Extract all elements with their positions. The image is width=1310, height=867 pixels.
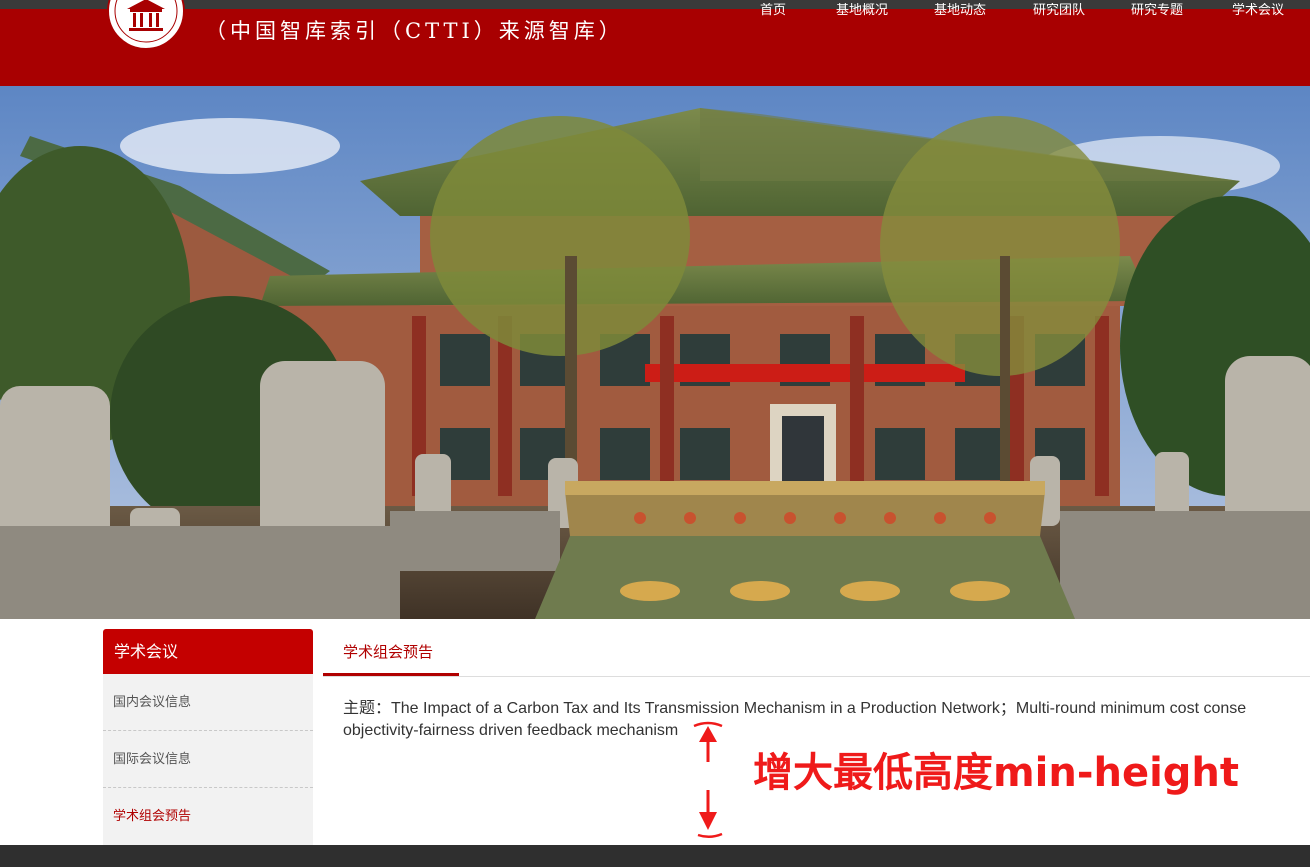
nav-overview[interactable]: 基地概况 [836, 3, 888, 17]
site-subtitle: （中国智库索引（CTTI）来源智库） [205, 19, 624, 43]
nav-topics[interactable]: 研究专题 [1131, 3, 1183, 17]
sidebar-item-domestic-conferences[interactable]: 国内会议信息 [103, 674, 313, 731]
tab-divider [323, 676, 1310, 677]
nav-conference[interactable]: 学术会议 [1232, 3, 1284, 17]
annotation-arrows [693, 721, 723, 838]
article-content: 主题：The Impact of a Carbon Tax and Its Tr… [343, 698, 1310, 742]
nav-home[interactable]: 首页 [760, 3, 786, 17]
site-footer [0, 845, 1310, 867]
article-line-1: 主题：The Impact of a Carbon Tax and Its Tr… [343, 700, 1247, 717]
main-nav: 首页 基地概况 基地动态 研究团队 研究专题 学术会议 [748, 3, 1310, 17]
annotation-label: 增大最低高度min-height [753, 750, 1240, 796]
tab-group-meeting-preview[interactable]: 学术组会预告 [323, 629, 459, 676]
sidebar-title: 学术会议 [103, 629, 313, 674]
sidebar-item-group-meeting-preview[interactable]: 学术组会预告 [103, 788, 313, 845]
nav-team[interactable]: 研究团队 [1033, 3, 1085, 17]
site-header: （中国智库索引（CTTI）来源智库） 首页 基地概况 基地动态 研究团队 研究专… [0, 0, 1310, 86]
campus-banner-image [0, 86, 1310, 619]
university-seal-logo[interactable] [107, 0, 185, 53]
article-line-2: objectivity-fairness driven feedback mec… [343, 722, 679, 739]
sidebar-item-international-conferences[interactable]: 国际会议信息 [103, 731, 313, 788]
sidebar-menu: 国内会议信息 国际会议信息 学术组会预告 [103, 674, 313, 846]
nav-news[interactable]: 基地动态 [934, 3, 986, 17]
